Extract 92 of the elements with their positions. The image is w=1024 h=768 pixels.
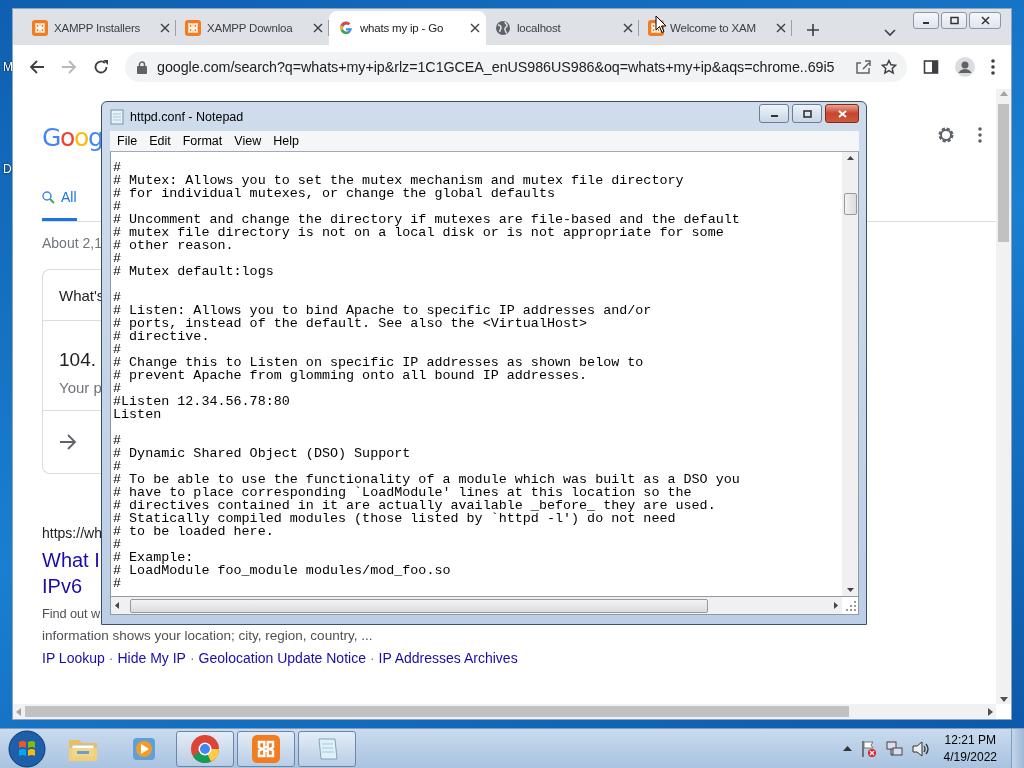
media-player-icon	[131, 735, 157, 762]
google-logo-icon	[338, 20, 354, 36]
scrollbar-thumb[interactable]	[130, 598, 708, 613]
close-button[interactable]	[969, 12, 1001, 29]
result-snippet: information shows your location; city, region, country, ...	[42, 627, 373, 645]
browser-tab[interactable]: localhost	[486, 11, 639, 45]
network-icon[interactable]	[885, 739, 904, 758]
profile-icon[interactable]	[955, 57, 975, 77]
link-separator: ·	[369, 649, 375, 668]
browser-tab[interactable]: whats my ip - Go	[329, 11, 486, 45]
chevron-down-icon[interactable]	[884, 29, 896, 37]
globe-icon	[495, 20, 511, 36]
notepad-icon	[110, 108, 124, 125]
vertical-scrollbar[interactable]	[996, 89, 1011, 704]
minimize-button[interactable]	[759, 104, 789, 123]
clock-time[interactable]: 12:21 PM	[944, 731, 996, 749]
result-url: https://wh	[42, 525, 102, 541]
plus-icon[interactable]	[806, 23, 820, 37]
taskbar-button[interactable]	[237, 730, 295, 767]
menu-item[interactable]: Edit	[143, 134, 177, 148]
xampp-logo-icon	[185, 20, 201, 36]
taskbar-button[interactable]	[176, 730, 234, 767]
settings-icon[interactable]	[936, 125, 956, 145]
scroll-left-icon	[115, 602, 119, 609]
chrome-logo-icon	[190, 733, 220, 764]
window-title: httpd.conf - Notepad	[130, 109, 245, 124]
restore-icon[interactable]	[948, 16, 960, 25]
scroll-right-icon	[988, 707, 993, 716]
desktop-icon-label[interactable]: D	[0, 162, 13, 176]
flag-icon[interactable]	[859, 739, 878, 758]
scrollbar-thumb[interactable]	[843, 193, 857, 215]
search-tab[interactable]: All	[42, 189, 77, 221]
right-arrow-icon[interactable]	[59, 434, 77, 450]
vertical-scrollbar[interactable]	[842, 152, 858, 596]
horizontal-scrollbar[interactable]	[111, 597, 842, 614]
xampp-logo-icon	[32, 20, 48, 36]
desktop-icon-label[interactable]: M	[0, 60, 13, 74]
menu-item[interactable]: Format	[176, 134, 229, 148]
result-title-link[interactable]: What I	[42, 547, 100, 573]
menu-item[interactable]: Help	[267, 134, 305, 148]
close-icon[interactable]	[776, 23, 786, 33]
speaker-icon[interactable]	[911, 740, 930, 757]
scrollbar-thumb[interactable]	[998, 104, 1009, 242]
reload-icon[interactable]	[93, 59, 109, 75]
mouse-pointer-icon	[655, 15, 667, 34]
maximize-icon[interactable]	[801, 109, 813, 118]
side-panel-icon[interactable]	[923, 59, 939, 75]
share-icon[interactable]	[855, 59, 871, 75]
scroll-up-icon	[999, 91, 1008, 96]
scroll-down-icon	[846, 588, 854, 592]
menu-item[interactable]: View	[228, 134, 268, 148]
xampp-logo-icon	[252, 734, 280, 763]
close-icon[interactable]	[623, 23, 633, 33]
back-arrow-icon[interactable]	[29, 59, 45, 75]
sitelink[interactable]: Hide My IP	[117, 647, 186, 669]
taskbar-button[interactable]	[298, 730, 356, 767]
maximize-button[interactable]	[792, 104, 822, 123]
sitelink[interactable]: Geolocation Update Notice	[198, 647, 366, 669]
clock-date[interactable]: 4/19/2022	[943, 748, 997, 766]
menu-icon[interactable]	[978, 127, 982, 143]
result-snippet: Find out w	[42, 605, 101, 623]
address-bar[interactable]: google.com/search?q=whats+my+ip&rlz=1C1GCEA_enUS986US986&oq=whats+my+ip&aqs=chrome..69i5	[125, 52, 907, 82]
result-stats: About 2,1	[42, 235, 102, 251]
lock-icon	[137, 60, 147, 74]
sitelink[interactable]: IP Lookup	[42, 647, 105, 669]
close-icon[interactable]	[313, 23, 323, 33]
sitelink[interactable]: IP Addresses Archives	[378, 647, 518, 669]
scrollbar-thumb[interactable]	[25, 706, 849, 717]
browser-tab[interactable]: XAMPP Downloa	[176, 11, 329, 45]
result-title-link[interactable]: IPv6	[42, 573, 83, 599]
search-icon	[42, 190, 55, 204]
scroll-down-icon	[999, 697, 1008, 702]
card-caption: Your p	[59, 379, 102, 396]
start-button[interactable]	[8, 729, 46, 768]
horizontal-scrollbar[interactable]	[13, 704, 996, 719]
minimize-button[interactable]	[913, 12, 939, 29]
star-icon[interactable]	[881, 59, 897, 75]
menu-icon[interactable]	[991, 59, 995, 75]
restore-button[interactable]	[941, 12, 967, 29]
ip-address: 104.	[59, 349, 96, 371]
menu-item[interactable]: File	[111, 134, 144, 148]
link-separator: ·	[108, 649, 114, 668]
close-icon[interactable]	[979, 16, 991, 25]
scroll-right-icon	[834, 602, 838, 609]
scroll-up-icon	[846, 156, 854, 160]
link-separator: ·	[189, 649, 195, 668]
close-icon[interactable]	[470, 23, 480, 33]
close-button[interactable]	[825, 104, 859, 123]
browser-tab[interactable]: XAMPP Installers	[23, 11, 176, 45]
up-arrow-icon[interactable]	[842, 746, 852, 751]
scroll-left-icon	[16, 707, 21, 716]
close-icon[interactable]	[160, 23, 170, 33]
